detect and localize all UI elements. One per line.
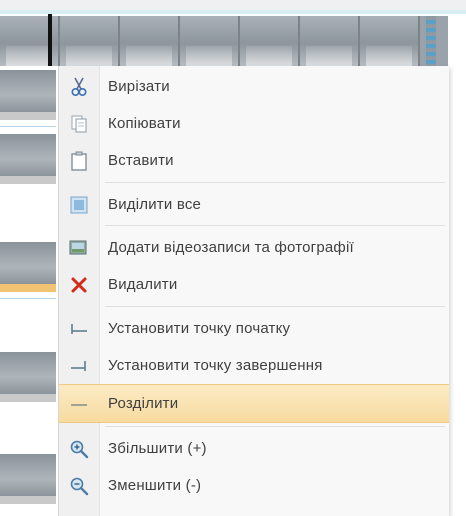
select-all-icon <box>59 186 99 223</box>
paste-icon <box>59 142 99 179</box>
menu-item-label: Додати відеозаписи та фотографії <box>108 239 354 256</box>
menu-item-label: Копіювати <box>108 115 181 132</box>
clip-thumbnail[interactable] <box>0 134 56 184</box>
filmstrip-frame <box>240 16 300 66</box>
timeline-ruler-bar <box>0 10 466 14</box>
menu-item-paste[interactable]: Вставити <box>59 142 449 179</box>
menu-item-label: Збільшити (+) <box>108 440 207 457</box>
menu-item-set-start-point[interactable]: Установити точку початку <box>59 310 449 347</box>
menu-item-label: Установити точку початку <box>108 320 291 337</box>
menu-item-label: Розділити <box>108 395 179 412</box>
menu-item-zoom-in[interactable]: Збільшити (+) <box>59 430 449 467</box>
menu-separator <box>105 306 445 307</box>
video-filmstrip[interactable] <box>0 16 448 66</box>
copy-icon <box>59 105 99 142</box>
menu-item-delete[interactable]: Видалити <box>59 266 449 303</box>
set-end-point-icon <box>59 347 99 384</box>
filmstrip-frame <box>180 16 240 66</box>
menu-item-label: Видалити <box>108 276 178 293</box>
menu-item-set-end-point[interactable]: Установити точку завершення <box>59 347 449 384</box>
filmstrip-frame <box>300 16 360 66</box>
menu-item-label: Виділити все <box>108 196 202 213</box>
filmstrip-frame <box>60 16 120 66</box>
menu-item-label: Вставити <box>108 152 174 169</box>
timeline-ruler <box>0 0 466 14</box>
clip-thumbnail[interactable] <box>0 70 56 120</box>
menu-item-cut[interactable]: Вирізати <box>59 68 449 105</box>
split-icon <box>59 385 99 422</box>
clip-thumbnail[interactable] <box>0 352 56 402</box>
delete-icon <box>59 266 99 303</box>
menu-item-label: Вирізати <box>108 78 170 95</box>
clip-thumbnail[interactable] <box>0 242 56 292</box>
filmstrip-frame <box>360 16 420 66</box>
menu-item-select-all[interactable]: Виділити все <box>59 186 449 223</box>
storyboard-column <box>0 66 60 516</box>
split-marker[interactable] <box>426 16 436 66</box>
clip-thumbnail[interactable] <box>0 454 56 504</box>
menu-item-label: Зменшити (-) <box>108 477 202 494</box>
scissors-icon <box>59 68 99 105</box>
row-divider <box>0 298 56 299</box>
set-start-point-icon <box>59 310 99 347</box>
menu-item-split[interactable]: Розділити <box>59 384 449 423</box>
menu-separator <box>105 225 445 226</box>
menu-separator <box>105 426 445 427</box>
menu-item-copy[interactable]: Копіювати <box>59 105 449 142</box>
playhead-cursor[interactable] <box>48 14 52 68</box>
menu-item-zoom-out[interactable]: Зменшити (-) <box>59 467 449 504</box>
menu-item-add-media[interactable]: Додати відеозаписи та фотографії <box>59 229 449 266</box>
context-menu: Вирізати Копіювати Вставити Виділити все… <box>58 66 449 516</box>
row-divider <box>0 126 56 127</box>
menu-separator <box>105 182 445 183</box>
filmstrip-frame <box>120 16 180 66</box>
zoom-out-icon <box>59 467 99 504</box>
add-media-icon <box>59 229 99 266</box>
menu-item-label: Установити точку завершення <box>108 357 323 374</box>
zoom-in-icon <box>59 430 99 467</box>
